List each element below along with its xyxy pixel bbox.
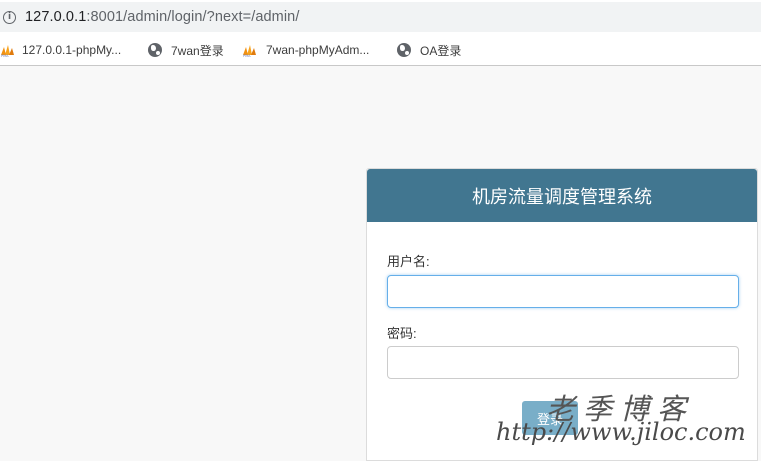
username-label: 用户名: <box>387 254 430 269</box>
url-box[interactable]: i 127.0.0.1:8001/admin/login/?next=/admi… <box>0 2 761 32</box>
bookmark-oa-login[interactable]: OA登录 <box>397 41 461 59</box>
info-icon[interactable]: i <box>3 10 16 24</box>
bookmark-7wan-login[interactable]: 7wan登录 <box>148 41 224 59</box>
bookmark-7wan-phpmyadmin[interactable]: PMA 7wan-phpMyAdm... <box>242 41 369 59</box>
password-label: 密码: <box>387 326 417 341</box>
globe-icon <box>148 43 162 57</box>
svg-text:PMA: PMA <box>243 54 251 57</box>
address-bar: i 127.0.0.1:8001/admin/login/?next=/admi… <box>0 0 761 34</box>
login-button[interactable]: 登录 <box>522 401 578 435</box>
phpmyadmin-icon: PMA <box>1 45 14 57</box>
bookmark-phpmyadmin-local[interactable]: PMA 127.0.0.1-phpMy... <box>0 41 121 59</box>
bookmark-label: 7wan-phpMyAdm... <box>266 43 370 57</box>
username-input[interactable] <box>387 275 739 308</box>
login-header: 机房流量调度管理系统 <box>367 169 757 222</box>
password-input[interactable] <box>387 346 739 379</box>
url-text[interactable]: 127.0.0.1:8001/admin/login/?next=/admin/ <box>25 9 299 25</box>
phpmyadmin-icon: PMA <box>243 45 256 57</box>
bookmark-label: OA登录 <box>420 43 462 58</box>
bookmark-label: 7wan登录 <box>171 43 224 58</box>
bookmarks-bar: PMA 127.0.0.1-phpMy... 7wan登录 PMA 7wan-p… <box>0 34 761 66</box>
svg-text:PMA: PMA <box>1 54 9 57</box>
bookmark-label: 127.0.0.1-phpMy... <box>22 43 122 57</box>
url-path: :8001/admin/login/?next=/admin/ <box>86 9 300 25</box>
url-host: 127.0.0.1 <box>25 9 87 25</box>
site-title: 机房流量调度管理系统 <box>472 186 652 207</box>
globe-icon <box>397 43 411 57</box>
login-panel: 机房流量调度管理系统 用户名: 密码: 登录 <box>366 168 758 461</box>
